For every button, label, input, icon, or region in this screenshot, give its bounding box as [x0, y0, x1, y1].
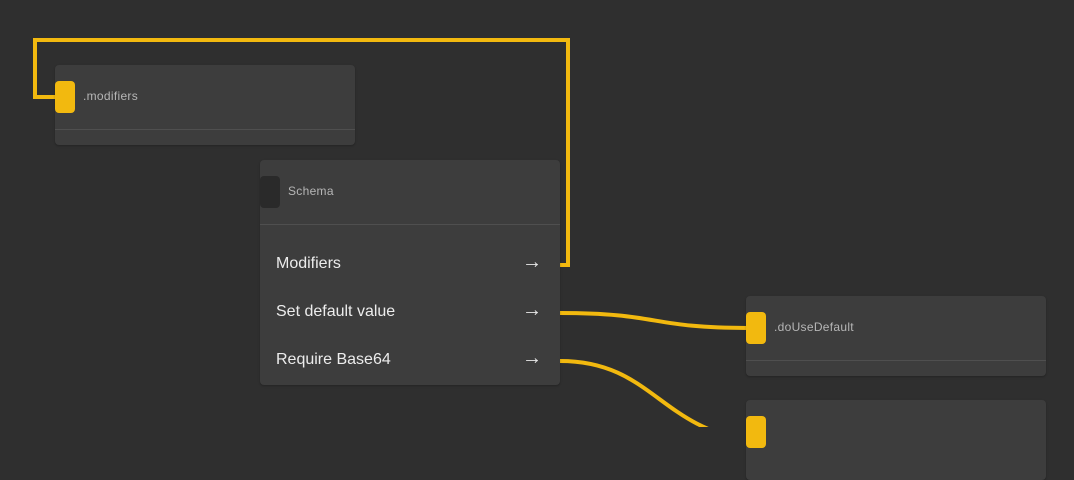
output-row-require-base64[interactable]: Require Base64 → [260, 337, 560, 385]
output-row-modifiers[interactable]: Modifiers → [260, 241, 560, 289]
input-port[interactable] [746, 416, 766, 448]
input-port[interactable] [55, 81, 75, 113]
do-use-default-node[interactable]: .doUseDefault [746, 296, 1046, 376]
row-label: Modifiers [276, 255, 341, 272]
input-port[interactable] [746, 312, 766, 344]
wire-set-default-value [559, 311, 749, 330]
output-row-set-default-value[interactable]: Set default value → [260, 289, 560, 337]
arrow-right-icon[interactable]: → [522, 299, 542, 322]
graph-canvas[interactable]: .modifiers Schema Modifiers → Set defaul… [0, 0, 1074, 480]
partial-node[interactable] [746, 400, 1046, 480]
arrow-right-icon[interactable]: → [522, 347, 542, 370]
node-title: .doUseDefault [774, 320, 854, 334]
modifiers-node[interactable]: .modifiers [55, 65, 355, 145]
node-title: .modifiers [83, 89, 139, 103]
node-title: Schema [288, 184, 334, 198]
schema-node[interactable]: Schema Modifiers → Set default value → R… [260, 160, 560, 385]
arrow-right-icon[interactable]: → [522, 251, 542, 274]
row-label: Set default value [276, 303, 396, 320]
input-port[interactable] [260, 176, 280, 208]
wire-require-base64 [559, 359, 709, 427]
row-label: Require Base64 [276, 351, 391, 368]
